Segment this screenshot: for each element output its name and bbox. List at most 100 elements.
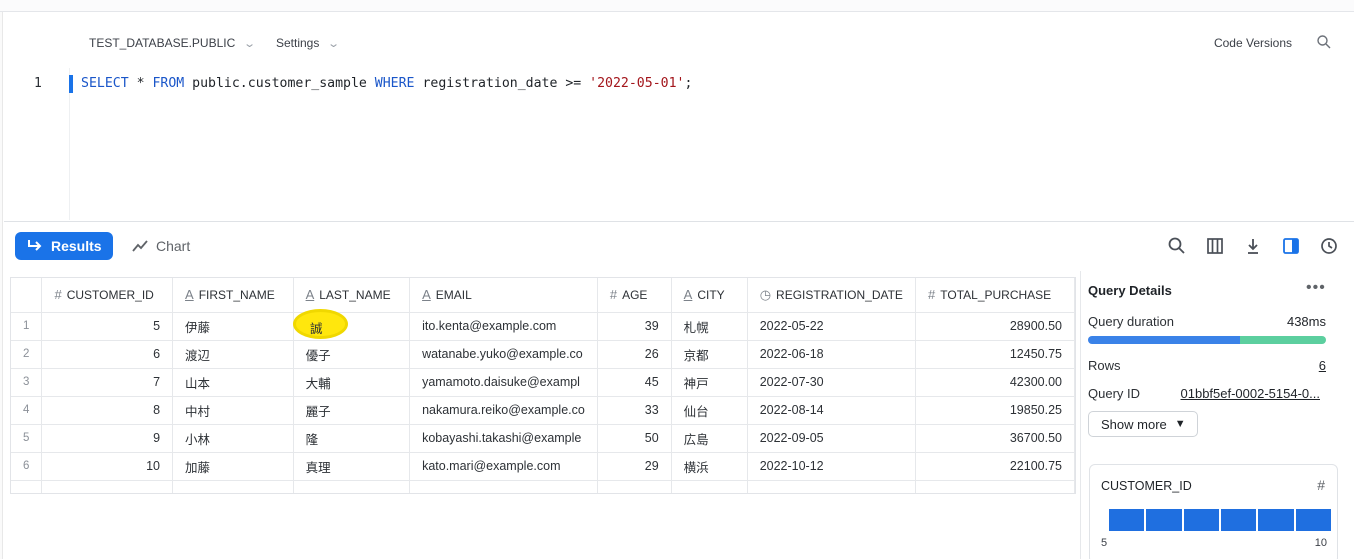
table-cell[interactable]: 19850.25 bbox=[915, 396, 1075, 425]
database-selector[interactable]: TEST_DATABASE.PUBLIC ⌄ bbox=[89, 36, 256, 50]
table-cell[interactable]: 加藤 bbox=[172, 452, 294, 481]
empty-cell bbox=[597, 480, 672, 493]
columns-icon[interactable] bbox=[1205, 236, 1225, 256]
history-clock-icon[interactable] bbox=[1319, 236, 1339, 256]
column-header-age[interactable]: # AGE bbox=[597, 278, 672, 313]
results-tab[interactable]: Results bbox=[15, 232, 113, 260]
table-cell[interactable]: 横浜 bbox=[671, 452, 748, 481]
query-id-value[interactable]: 01bbf5ef-0002-5154-0... bbox=[1181, 386, 1321, 401]
table-cell[interactable]: 2022-06-18 bbox=[747, 340, 917, 369]
column-stats-card[interactable]: CUSTOMER_ID # 5 10 bbox=[1089, 464, 1338, 559]
table-cell[interactable]: 真理 bbox=[293, 452, 411, 481]
table-cell[interactable]: 2022-07-30 bbox=[747, 368, 917, 397]
query-duration-label: Query duration bbox=[1088, 314, 1174, 329]
histogram-bar bbox=[1109, 509, 1145, 531]
code-versions-button[interactable]: Code Versions bbox=[1214, 36, 1292, 50]
empty-cell bbox=[41, 480, 174, 493]
table-cell[interactable]: 7 bbox=[41, 368, 174, 397]
rows-value[interactable]: 6 bbox=[1319, 358, 1326, 373]
number-type-icon: # bbox=[609, 287, 618, 303]
table-cell[interactable]: 京都 bbox=[671, 340, 748, 369]
table-row[interactable]: 6 10 加藤 真理 kato.mari@example.com 29 横浜 2022-10-… bbox=[11, 452, 1075, 481]
table-cell[interactable]: 8 bbox=[41, 396, 174, 425]
number-type-icon: # bbox=[928, 287, 936, 303]
table-cell[interactable]: 45 bbox=[597, 368, 672, 397]
table-cell[interactable]: 小林 bbox=[172, 424, 294, 453]
settings-menu[interactable]: Settings ⌄ bbox=[276, 36, 341, 50]
top-strip bbox=[0, 0, 1354, 12]
column-header-label: CUSTOMER_ID bbox=[66, 288, 154, 303]
table-cell[interactable]: yamamoto.daisuke@exampl bbox=[409, 368, 598, 397]
table-cell[interactable]: 9 bbox=[41, 424, 174, 453]
table-cell[interactable]: 33 bbox=[597, 396, 672, 425]
query-duration-bar bbox=[1088, 336, 1326, 344]
sql-code-line[interactable]: SELECT * FROM public.customer_sample WHE… bbox=[81, 76, 692, 91]
column-header-customer-id[interactable]: # CUSTOMER_ID bbox=[41, 278, 174, 313]
download-icon[interactable] bbox=[1243, 236, 1263, 256]
results-grid[interactable]: # CUSTOMER_ID A FIRST_NAME A LAST_NAME A EMAIL #… bbox=[10, 277, 1076, 494]
table-row[interactable]: 1 5 伊藤 ito.kenta@example.com 39 札幌 2022-05-22 2… bbox=[11, 312, 1075, 341]
column-header-city[interactable]: A CITY bbox=[671, 278, 748, 313]
column-header-email[interactable]: A EMAIL bbox=[409, 278, 598, 313]
table-cell[interactable]: 26 bbox=[597, 340, 672, 369]
clock-type-icon: ◷ bbox=[759, 286, 772, 302]
table-row[interactable]: 4 8 中村 麗子 nakamura.reiko@example.co 33 仙台 2022-… bbox=[11, 396, 1075, 425]
column-header-total-purchase[interactable]: # TOTAL_PURCHASE bbox=[915, 278, 1075, 313]
column-header-registration-date[interactable]: ◷ REGISTRATION_DATE bbox=[747, 278, 917, 313]
table-cell[interactable]: 広島 bbox=[671, 424, 748, 453]
table-cell[interactable]: 2022-10-12 bbox=[747, 452, 917, 481]
editor-header: TEST_DATABASE.PUBLIC ⌄ Settings ⌄ Code V… bbox=[4, 12, 1354, 68]
row-number-header bbox=[11, 278, 43, 313]
table-cell[interactable]: watanabe.yuko@example.co bbox=[409, 340, 598, 369]
show-more-button[interactable]: Show more ▼ bbox=[1088, 411, 1198, 437]
column-header-first-name[interactable]: A FIRST_NAME bbox=[172, 278, 294, 313]
table-row[interactable]: 5 9 小林隆 kobayashi.takashi@example 50 広島 2022-0… bbox=[11, 424, 1075, 453]
table-cell[interactable]: 山本 bbox=[172, 368, 294, 397]
table-cell[interactable]: 優子 bbox=[293, 340, 411, 369]
table-cell[interactable]: 12450.75 bbox=[915, 340, 1075, 369]
chart-tab[interactable]: Chart bbox=[132, 232, 190, 260]
text-type-icon: A bbox=[683, 287, 693, 303]
table-cell[interactable]: 渡辺 bbox=[172, 340, 294, 369]
table-cell[interactable]: nakamura.reiko@example.co bbox=[409, 396, 598, 425]
sql-text: ; bbox=[684, 76, 693, 91]
number-type-icon: # bbox=[54, 287, 62, 303]
table-cell[interactable]: 大輔 bbox=[293, 368, 411, 397]
table-cell[interactable]: 10 bbox=[41, 452, 174, 481]
search-icon[interactable] bbox=[1316, 34, 1332, 50]
row-number: 4 bbox=[11, 396, 43, 425]
table-cell[interactable]: 札幌 bbox=[671, 312, 748, 341]
empty-cell bbox=[915, 480, 1075, 493]
table-cell[interactable]: 36700.50 bbox=[915, 424, 1075, 453]
table-cell[interactable]: 2022-05-22 bbox=[747, 312, 917, 341]
table-cell[interactable]: 28900.50 bbox=[915, 312, 1075, 341]
table-cell[interactable]: ito.kenta@example.com bbox=[409, 312, 598, 341]
table-cell[interactable]: 6 bbox=[41, 340, 174, 369]
split-panel-icon[interactable] bbox=[1281, 236, 1301, 256]
table-cell[interactable]: kobayashi.takashi@example bbox=[409, 424, 598, 453]
table-cell[interactable]: 50 bbox=[597, 424, 672, 453]
table-cell[interactable]: 麗子 bbox=[293, 396, 411, 425]
chevron-down-icon: ⌄ bbox=[327, 37, 341, 50]
table-cell[interactable]: 39 bbox=[597, 312, 672, 341]
table-header-row: # CUSTOMER_ID A FIRST_NAME A LAST_NAME A EMAIL #… bbox=[11, 278, 1075, 313]
column-header-last-name[interactable]: A LAST_NAME bbox=[293, 278, 411, 313]
column-header-label: EMAIL bbox=[435, 288, 472, 303]
search-icon[interactable] bbox=[1167, 236, 1187, 256]
table-cell[interactable]: 22100.75 bbox=[915, 452, 1075, 481]
table-cell[interactable]: kato.mari@example.com bbox=[409, 452, 598, 481]
table-cell[interactable]: 神戸 bbox=[671, 368, 748, 397]
table-cell[interactable]: 42300.00 bbox=[915, 368, 1075, 397]
table-row[interactable]: 2 6 渡辺 優子 watanabe.yuko@example.co 26 京都 2022-0… bbox=[11, 340, 1075, 369]
table-row[interactable]: 3 7 山本 大輔 yamamoto.daisuke@exampl 45 神戸 2022-07… bbox=[11, 368, 1075, 397]
table-cell[interactable]: 隆 bbox=[293, 424, 411, 453]
table-cell[interactable]: 伊藤 bbox=[172, 312, 294, 341]
table-cell[interactable]: 29 bbox=[597, 452, 672, 481]
sql-keyword: FROM bbox=[152, 76, 185, 91]
table-cell[interactable]: 仙台 bbox=[671, 396, 748, 425]
table-cell[interactable]: 中村 bbox=[172, 396, 294, 425]
table-cell[interactable]: 5 bbox=[41, 312, 174, 341]
more-options-icon[interactable]: ••• bbox=[1306, 279, 1326, 297]
table-cell[interactable]: 2022-09-05 bbox=[747, 424, 917, 453]
table-cell[interactable]: 2022-08-14 bbox=[747, 396, 917, 425]
